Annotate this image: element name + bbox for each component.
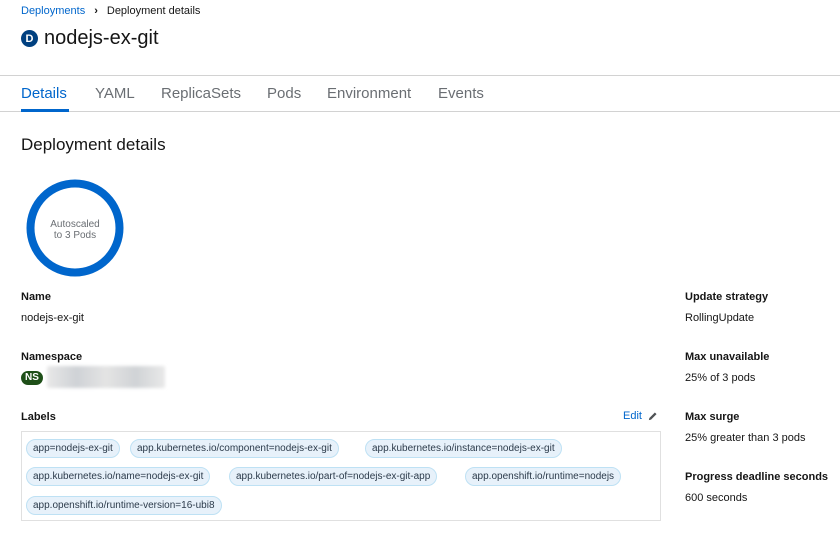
pencil-icon bbox=[648, 411, 657, 420]
pod-ring-line2: to 3 Pods bbox=[53, 230, 97, 241]
tab-events[interactable]: Events bbox=[438, 85, 484, 102]
section-title: Deployment details bbox=[21, 135, 166, 154]
progress-deadline-label: Progress deadline seconds bbox=[685, 471, 829, 483]
label-chip[interactable]: app=nodejs-ex-git bbox=[26, 439, 120, 458]
page-header: Deployments › Deployment details D nodej… bbox=[0, 0, 840, 76]
max-unavailable-label: Max unavailable bbox=[685, 351, 770, 363]
title-row: D nodejs-ex-git bbox=[21, 27, 159, 50]
name-value: nodejs-ex-git bbox=[21, 312, 84, 324]
tab-bar: Details YAML ReplicaSets Pods Environmen… bbox=[0, 75, 840, 112]
tab-yaml[interactable]: YAML bbox=[95, 85, 135, 102]
label-chip[interactable]: app.kubernetes.io/instance=nodejs-ex-git bbox=[365, 439, 562, 458]
tab-environment[interactable]: Environment bbox=[327, 85, 411, 102]
label-chip[interactable]: app.openshift.io/runtime-version=16-ubi8 bbox=[26, 496, 222, 515]
label-chip[interactable]: app.kubernetes.io/name=nodejs-ex-git bbox=[26, 467, 211, 486]
pod-ring-label: Autoscaled to 3 Pods bbox=[25, 219, 125, 241]
name-label: Name bbox=[21, 291, 51, 303]
max-surge-label: Max surge bbox=[685, 411, 740, 423]
namespace-value-redacted[interactable] bbox=[47, 366, 165, 388]
active-tab-indicator bbox=[21, 109, 69, 112]
tab-pods[interactable]: Pods bbox=[267, 85, 301, 102]
label-chip[interactable]: app.kubernetes.io/component=nodejs-ex-gi… bbox=[130, 439, 339, 458]
labels-container: app=nodejs-ex-git app.kubernetes.io/comp… bbox=[21, 431, 661, 521]
chevron-right-icon: › bbox=[94, 5, 98, 17]
max-unavailable-value: 25% of 3 pods bbox=[685, 372, 756, 384]
labels-label: Labels bbox=[21, 411, 56, 423]
max-surge-value: 25% greater than 3 pods bbox=[685, 432, 806, 444]
namespace-label: Namespace bbox=[21, 351, 83, 363]
update-strategy-value: RollingUpdate bbox=[685, 312, 755, 324]
breadcrumb: Deployments › Deployment details bbox=[21, 5, 200, 17]
breadcrumb-deployments-link[interactable]: Deployments bbox=[21, 5, 85, 17]
label-chip[interactable]: app.kubernetes.io/part-of=nodejs-ex-git-… bbox=[229, 467, 438, 486]
tab-replicasets[interactable]: ReplicaSets bbox=[161, 85, 241, 102]
edit-labels-label: Edit bbox=[623, 410, 642, 422]
pod-ring-line1: Autoscaled bbox=[50, 219, 100, 230]
namespace-badge: NS bbox=[21, 371, 43, 385]
progress-deadline-value: 600 seconds bbox=[685, 492, 748, 504]
page-title: nodejs-ex-git bbox=[44, 27, 159, 49]
label-chip[interactable]: app.openshift.io/runtime=nodejs bbox=[465, 467, 622, 486]
breadcrumb-current: Deployment details bbox=[106, 5, 201, 17]
tab-details[interactable]: Details bbox=[21, 85, 67, 102]
deployment-badge: D bbox=[21, 30, 38, 47]
edit-labels-button[interactable]: Edit bbox=[623, 410, 658, 422]
update-strategy-label: Update strategy bbox=[685, 291, 769, 303]
